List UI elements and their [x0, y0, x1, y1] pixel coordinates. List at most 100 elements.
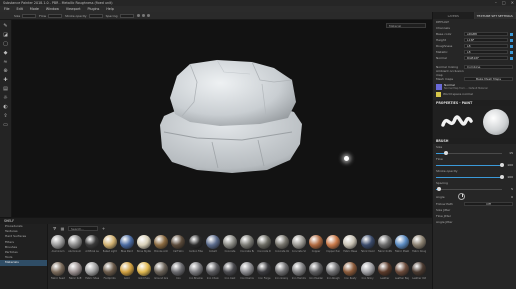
layers-view-icon[interactable]: ▤	[2, 85, 10, 92]
material-item[interactable]: Artificial Leather	[85, 235, 100, 253]
material-item[interactable]: Aluminium	[51, 235, 65, 253]
symmetry-icon[interactable]	[136, 14, 140, 17]
material-preview-sphere[interactable]	[291, 235, 306, 249]
material-preview-sphere[interactable]	[119, 235, 134, 249]
bake-mesh-maps-button[interactable]: Bake Mesh Maps	[464, 77, 513, 81]
material-preview-sphere[interactable]	[137, 235, 151, 249]
material-preview-sphere[interactable]	[85, 235, 100, 249]
angle-row[interactable]: Angle 0	[433, 192, 516, 201]
material-item[interactable]: Iron Rough	[326, 262, 341, 280]
material-preview-sphere[interactable]	[343, 235, 358, 249]
material-item[interactable]: Leather Bag	[395, 262, 409, 280]
material-item[interactable]: Concrete	[223, 235, 237, 253]
menu-edit[interactable]: Edit	[17, 7, 23, 11]
material-item[interactable]: Iron	[171, 262, 186, 280]
slider-knob[interactable]	[437, 187, 442, 191]
material-item[interactable]: Leather	[377, 262, 392, 280]
material-item[interactable]: Gold Pure	[137, 262, 151, 280]
lazy-mouse-icon[interactable]	[141, 14, 145, 17]
material-preview-sphere[interactable]	[360, 235, 375, 249]
toolbar-symmetry[interactable]	[136, 14, 150, 17]
paint-brush-icon[interactable]: ✎	[2, 22, 10, 29]
material-preview-sphere[interactable]	[326, 235, 341, 249]
material-item[interactable]: Iron Hammered	[291, 262, 306, 280]
material-item[interactable]: Fabric Plastic	[395, 235, 409, 253]
material-item[interactable]: Copper Pure	[326, 235, 341, 253]
checkbox-icon[interactable]	[510, 56, 513, 60]
material-preview-sphere[interactable]	[171, 262, 186, 276]
mesh-map-item[interactable]: Normal Normal Map from ... Default Mater…	[433, 82, 516, 91]
channel-row[interactable]: Normal RGB16F	[433, 55, 516, 61]
material-preview-sphere[interactable]	[274, 235, 289, 249]
menu-mode[interactable]: Mode	[30, 7, 39, 11]
material-item[interactable]: Iron Cast	[223, 262, 237, 280]
material-preview-sphere[interactable]	[412, 235, 427, 249]
menu-viewport[interactable]: Viewport	[66, 7, 81, 11]
checkbox-icon[interactable]	[510, 50, 513, 54]
picker-icon[interactable]: ✚	[2, 76, 10, 83]
material-preview-sphere[interactable]	[68, 262, 83, 276]
menu-help[interactable]: Help	[106, 7, 114, 11]
material-preview-sphere[interactable]	[343, 262, 358, 276]
material-item[interactable]: Leather Old	[412, 262, 427, 280]
slider-knob[interactable]	[500, 175, 504, 179]
material-preview-sphere[interactable]	[188, 235, 203, 249]
add-filter-icon[interactable]: +	[101, 226, 106, 231]
flow-slider-track[interactable]	[436, 163, 504, 167]
material-preview-sphere[interactable]	[309, 235, 323, 249]
menu-plugins[interactable]: Plugins	[88, 7, 100, 11]
material-item[interactable]: Concrete Bare	[240, 235, 255, 253]
material-preview-sphere[interactable]	[257, 262, 272, 276]
size-slider-track[interactable]	[436, 151, 502, 155]
material-item[interactable]: Baked Light	[102, 235, 117, 253]
projection-icon[interactable]: ▢	[2, 40, 10, 47]
material-preview-sphere[interactable]	[257, 235, 272, 249]
material-item[interactable]: Iron Shiny	[360, 262, 375, 280]
shelf-category-materials[interactable]: Materials	[0, 260, 47, 266]
material-preview-sphere[interactable]	[154, 235, 169, 249]
material-item[interactable]: Fabric Baseball	[343, 235, 358, 253]
material-item[interactable]: Iron Grainy	[274, 262, 289, 280]
material-preview-sphere[interactable]	[326, 262, 341, 276]
material-preview-sphere[interactable]	[188, 262, 203, 276]
spacing-slider-track[interactable]	[436, 187, 502, 191]
material-item[interactable]: Fabric Knitted	[377, 235, 392, 253]
checkbox-icon[interactable]	[510, 38, 513, 42]
checkbox-icon[interactable]	[510, 32, 513, 36]
sculpted-mesh[interactable]	[12, 20, 432, 217]
3d-viewport[interactable]: Material	[12, 20, 432, 217]
material-item[interactable]: Blue Paint	[119, 235, 134, 253]
shader-settings-icon[interactable]: ◐	[2, 103, 10, 110]
material-item[interactable]: Fabric Sheer	[85, 262, 100, 280]
material-item[interactable]: Concrete Smooth	[291, 235, 306, 253]
smudge-icon[interactable]: ≈	[2, 58, 10, 65]
material-item[interactable]: Fabric Denim	[360, 235, 375, 253]
toolbar-size[interactable]: Size	[14, 13, 37, 18]
angle-jitter-row[interactable]: Angle Jitter	[433, 219, 516, 225]
material-item[interactable]: Aluminium Rough	[68, 235, 83, 253]
toolbar-stroke-opacity[interactable]: Stroke opacity	[65, 13, 103, 18]
toolbar-spacing[interactable]: Spacing	[106, 13, 134, 18]
shelf-search-input[interactable]: Search...	[68, 226, 98, 231]
material-preview-sphere[interactable]	[395, 262, 409, 276]
material-preview-sphere[interactable]	[240, 235, 255, 249]
material-item[interactable]: Bone Stylized	[137, 235, 151, 253]
material-item[interactable]: Concrete Dirty	[257, 235, 272, 253]
material-preview-sphere[interactable]	[223, 235, 237, 249]
material-preview-sphere[interactable]	[291, 262, 306, 276]
display-settings-icon[interactable]: ☼	[2, 94, 10, 101]
material-preview-sphere[interactable]	[360, 262, 375, 276]
export-icon[interactable]: ⇪	[2, 112, 10, 119]
material-item[interactable]: Ground Grav	[154, 262, 169, 280]
material-item[interactable]: Iron Forge	[257, 262, 272, 280]
slider-knob[interactable]	[500, 163, 504, 167]
filter-icon[interactable]: ⧩	[52, 226, 57, 231]
material-item[interactable]: Gold	[119, 262, 134, 280]
stroke-opacity-track[interactable]	[436, 175, 504, 179]
material-preview-sphere[interactable]	[119, 262, 134, 276]
material-item[interactable]: Bronze Armor	[154, 235, 169, 253]
material-item[interactable]: Fabric Rough	[412, 235, 427, 253]
tab-layers[interactable]: LAYERS	[433, 12, 475, 19]
settings-icon[interactable]	[146, 14, 150, 17]
material-preview-sphere[interactable]	[85, 262, 100, 276]
